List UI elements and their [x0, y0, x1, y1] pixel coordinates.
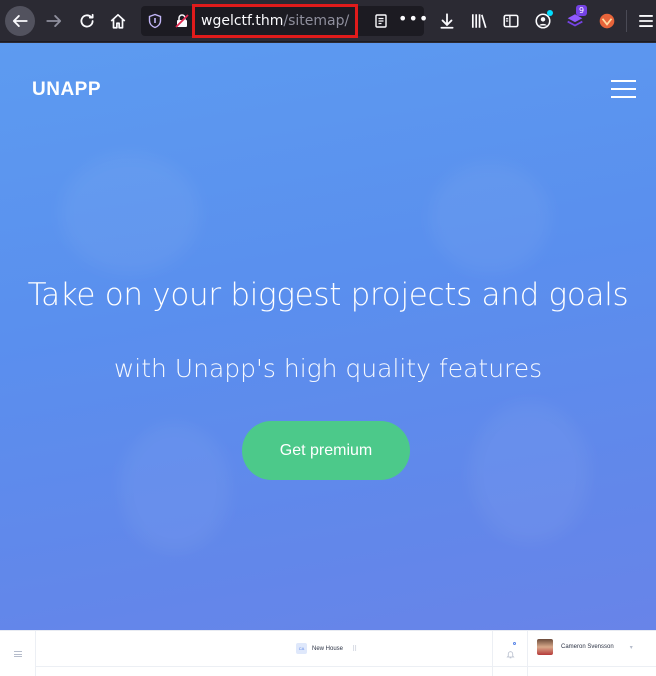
preview-user: Cameron Svensson ▾ [537, 639, 633, 655]
background-blob [120, 423, 230, 553]
insecure-lock-icon[interactable] [174, 13, 190, 29]
account-notification-dot [547, 10, 553, 16]
extension-badge: 9 [576, 5, 588, 16]
background-blob [60, 153, 200, 273]
home-icon [110, 13, 126, 29]
browser-toolbar: wgelctf.thm/sitemap/ ••• 9 [0, 0, 656, 42]
preview-notification-dot [513, 642, 516, 645]
avatar [537, 639, 553, 655]
toolbar-separator [626, 10, 627, 32]
hero-subheadline: with Unapp's high quality features [113, 354, 543, 383]
chevron-down-icon: ▾ [629, 643, 633, 651]
preview-project: CA New House ⠿ [296, 643, 357, 654]
url-host: wgelctf.thm [201, 13, 284, 29]
reader-view-icon[interactable] [373, 13, 389, 29]
reload-button[interactable] [72, 6, 102, 36]
preview-project-name: New House [312, 645, 344, 652]
preview-username: Cameron Svensson [561, 644, 614, 650]
arrow-right-icon [46, 15, 62, 27]
site-logo[interactable]: UNAPP [32, 79, 101, 101]
get-premium-button[interactable]: Get premium [242, 421, 410, 480]
home-button[interactable] [103, 6, 133, 36]
reload-icon [80, 13, 94, 28]
app-preview: CA New House ⠿ Cameron Svensson ▾ [0, 630, 656, 676]
tracking-shield-icon[interactable] [147, 13, 163, 29]
address-bar[interactable]: wgelctf.thm/sitemap/ ••• [141, 4, 428, 38]
extension-fox-icon[interactable] [597, 11, 617, 31]
background-blob [470, 403, 590, 543]
nav-menu-icon[interactable] [611, 80, 636, 98]
url-path: /sitemap/ [283, 13, 350, 29]
preview-project-badge: CA [296, 643, 307, 654]
hero-headline: Take on your biggest projects and goals [27, 277, 629, 313]
bell-icon [505, 650, 515, 658]
library-icon[interactable] [469, 11, 489, 31]
hero-section: UNAPP Take on your biggest projects and … [0, 43, 656, 676]
preview-grid-icon: ⠿ [352, 644, 358, 653]
app-menu-icon[interactable] [636, 11, 656, 31]
forward-button[interactable] [39, 6, 69, 36]
preview-menu-icon [13, 651, 22, 657]
url-text[interactable]: wgelctf.thm/sitemap/ [201, 13, 349, 29]
preview-menu [0, 631, 36, 676]
sidebar-icon[interactable] [501, 11, 521, 31]
back-button[interactable] [5, 6, 35, 36]
background-blob [430, 163, 550, 273]
preview-bell [492, 631, 528, 676]
page-actions-icon[interactable]: ••• [398, 9, 429, 28]
preview-divider [36, 666, 656, 667]
arrow-left-icon [12, 15, 28, 27]
download-icon[interactable] [437, 11, 457, 31]
